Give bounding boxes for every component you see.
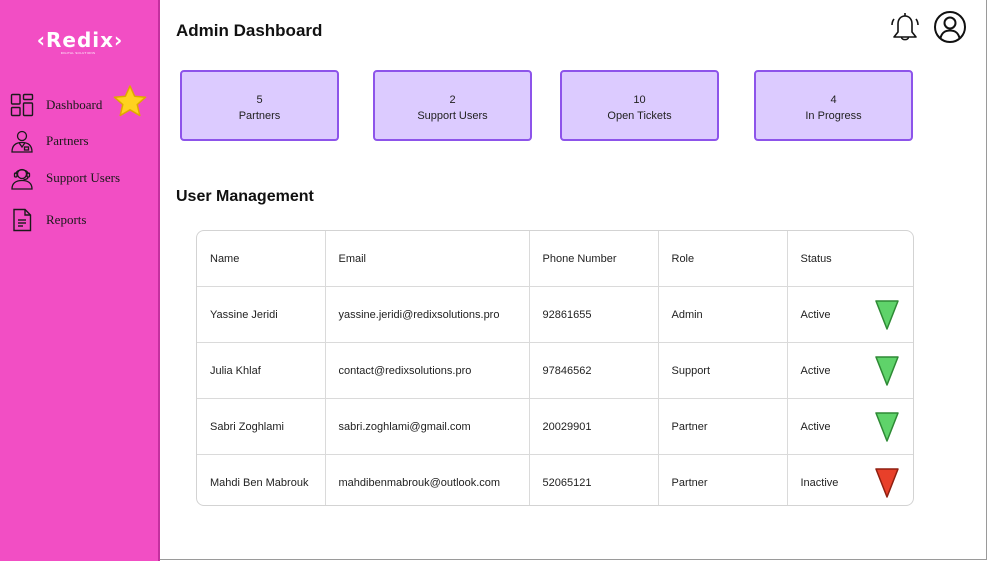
stat-value: 5 <box>256 94 263 106</box>
column-header-status[interactable]: Status <box>787 231 913 287</box>
stat-card-partners[interactable]: 5 Partners <box>180 70 339 141</box>
user-phone: 92861655 <box>529 286 659 343</box>
partner-user-icon <box>10 129 34 153</box>
table-row[interactable]: Yassine Jeridi yassine.jeridi@redixsolut… <box>197 286 913 343</box>
user-status: Inactive <box>787 455 913 506</box>
user-phone: 52065121 <box>529 454 659 505</box>
status-text: Inactive <box>800 476 839 489</box>
stat-label: Support Users <box>417 110 488 122</box>
table-row[interactable]: Mahdi Ben Mabrouk mahdibenmabrouk@outloo… <box>197 454 913 506</box>
user-role: Admin <box>658 286 788 343</box>
column-header-phone[interactable]: Phone Number <box>529 231 659 287</box>
brand-tagline: DIGITAL SOLUTIONS <box>60 51 96 55</box>
profile-icon[interactable] <box>933 10 967 49</box>
table-header-row: Name Email Phone Number Role Status <box>197 231 913 287</box>
sidebar-item-support-users[interactable]: Support Users <box>10 163 150 193</box>
column-header-email[interactable]: Email <box>325 231 530 287</box>
user-status: Active <box>787 286 913 343</box>
brand-logo: ‹Redix› <box>36 28 124 52</box>
user-email: contact@redixsolutions.pro <box>325 342 530 399</box>
inactive-status-icon[interactable] <box>874 467 900 499</box>
table-row[interactable]: Sabri Zoghlami sabri.zoghlami@gmail.com … <box>197 398 913 455</box>
active-status-icon[interactable] <box>874 299 900 331</box>
user-status: Active <box>787 398 913 455</box>
page-title: Admin Dashboard <box>176 21 323 40</box>
stat-card-in-progress[interactable]: 4 In Progress <box>754 70 913 141</box>
user-role: Partner <box>658 454 788 505</box>
sidebar-item-label: Partners <box>46 133 89 148</box>
user-email: sabri.zoghlami@gmail.com <box>325 398 530 455</box>
user-name: Sabri Zoghlami <box>197 398 326 455</box>
bell-icon[interactable] <box>889 10 921 49</box>
user-phone: 97846562 <box>529 342 659 399</box>
sidebar-item-label: Reports <box>46 212 87 227</box>
column-header-name[interactable]: Name <box>197 231 326 287</box>
sidebar: ‹Redix› DIGITAL SOLUTIONS Dashboard Part… <box>0 0 160 561</box>
user-email: yassine.jeridi@redixsolutions.pro <box>325 286 530 343</box>
user-name: Yassine Jeridi <box>197 286 326 343</box>
sidebar-item-label: Dashboard <box>46 97 103 112</box>
document-icon <box>10 208 34 232</box>
stat-value: 10 <box>633 94 646 106</box>
sidebar-item-label: Support Users <box>46 170 121 185</box>
stat-label: In Progress <box>805 110 862 122</box>
headset-user-icon <box>10 166 34 190</box>
stat-label: Partners <box>238 110 281 122</box>
star-icon <box>112 84 148 123</box>
user-name: Julia Khlaf <box>197 342 326 399</box>
user-table: Name Email Phone Number Role Status Yass… <box>196 230 914 506</box>
column-header-role[interactable]: Role <box>658 231 788 287</box>
status-text: Active <box>800 364 831 377</box>
user-role: Support <box>658 342 788 399</box>
sidebar-item-partners[interactable]: Partners <box>10 126 150 156</box>
user-phone: 20029901 <box>529 398 659 455</box>
active-status-icon[interactable] <box>874 355 900 387</box>
sidebar-item-reports[interactable]: Reports <box>10 205 150 235</box>
table-row[interactable]: Julia Khlaf contact@redixsolutions.pro 9… <box>197 342 913 399</box>
stat-label: Open Tickets <box>607 110 672 122</box>
user-email: mahdibenmabrouk@outlook.com <box>325 454 530 505</box>
active-status-icon[interactable] <box>874 411 900 443</box>
user-role: Partner <box>658 398 788 455</box>
stat-value: 2 <box>449 94 456 106</box>
status-text: Active <box>800 308 831 321</box>
section-title: User Management <box>176 188 314 205</box>
stat-card-support-users[interactable]: 2 Support Users <box>373 70 532 141</box>
stat-card-open-tickets[interactable]: 10 Open Tickets <box>560 70 719 141</box>
stat-value: 4 <box>830 94 837 106</box>
user-status: Active <box>787 342 913 399</box>
dashboard-grid-icon <box>10 93 34 117</box>
status-text: Active <box>800 420 831 433</box>
user-name: Mahdi Ben Mabrouk <box>197 454 326 505</box>
